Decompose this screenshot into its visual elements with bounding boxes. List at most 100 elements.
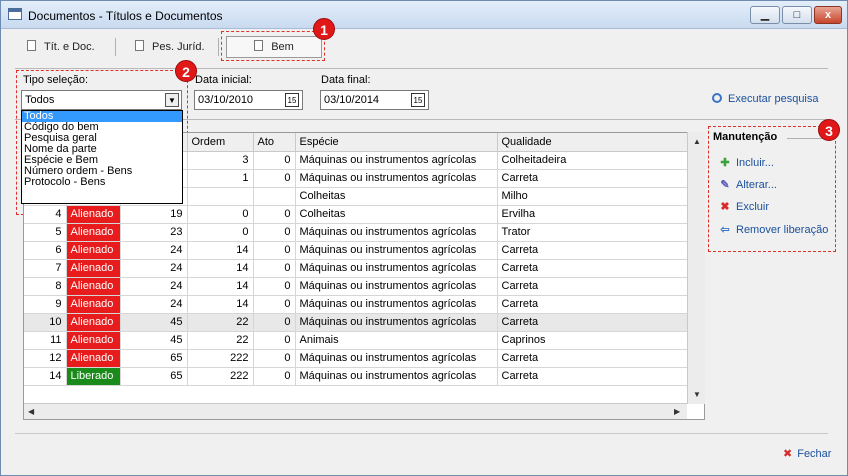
cell-status: Alienado	[66, 241, 121, 260]
scroll-left-icon[interactable]: ◀	[28, 407, 34, 416]
data-inicial-label: Data inicial:	[195, 74, 252, 86]
column-header-qualidade[interactable]: Qualidade	[497, 133, 689, 152]
table-row[interactable]: 4 Alienado 19 0 0 Colheitas Ervilha	[24, 205, 689, 224]
cell-ordem: 22	[187, 331, 254, 350]
column-header-ato[interactable]: Ato	[253, 133, 296, 152]
pencil-icon: ✎	[720, 179, 730, 191]
column-header-ordem[interactable]: Ordem	[187, 133, 254, 152]
tab-bem[interactable]: Bem	[226, 36, 322, 58]
column-header-especie[interactable]: Espécie	[295, 133, 498, 152]
excluir-label: Excluir	[736, 201, 770, 213]
cell-ordem: 3	[187, 151, 254, 170]
incluir-link[interactable]: ✚ Incluir...	[719, 156, 774, 169]
executar-pesquisa-link[interactable]: Executar pesquisa	[712, 93, 819, 105]
minimize-button[interactable]: ▁	[750, 6, 780, 24]
tipo-selecao-dropdown: Todos Código do bem Pesquisa geral Nome …	[21, 110, 183, 204]
document-icon	[27, 40, 36, 51]
data-final-value: 03/10/2014	[324, 94, 380, 106]
cell-qualidade: Caprinos	[497, 331, 689, 350]
cell-num: 65	[120, 349, 188, 368]
cell-ordem: 222	[187, 349, 254, 368]
cell-especie: Máquinas ou instrumentos agrícolas	[295, 295, 498, 314]
table-row[interactable]: 11 Alienado 45 22 0 Animais Caprinos	[24, 331, 689, 350]
cell-ato: 0	[253, 277, 296, 296]
cell-status: Alienado	[66, 277, 121, 296]
fechar-link[interactable]: ✖ Fechar	[783, 447, 831, 460]
cell-ato: 0	[253, 151, 296, 170]
table-row[interactable]: 8 Alienado 24 14 0 Máquinas ou instrumentos a…	[24, 277, 689, 296]
cell-especie: Máquinas ou instrumentos agrícolas	[295, 241, 498, 260]
plus-icon: ✚	[720, 157, 730, 169]
cell-num: 24	[120, 241, 188, 260]
scroll-down-icon[interactable]: ▼	[693, 390, 701, 399]
cell-qualidade: Carreta	[497, 241, 689, 260]
table-row[interactable]: 10 Alienado 45 22 0 Máquinas ou instrumentos …	[24, 313, 689, 332]
fechar-label: Fechar	[797, 448, 832, 460]
close-window-button[interactable]: x	[814, 6, 842, 24]
table-row[interactable]: 7 Alienado 24 14 0 Máquinas ou instrumentos a…	[24, 259, 689, 278]
tipo-selecao-select[interactable]: Todos ▼	[21, 90, 182, 110]
cell-id: 12	[24, 349, 67, 368]
scroll-up-icon[interactable]: ▲	[693, 137, 701, 146]
cell-especie: Máquinas ou instrumentos agrícolas	[295, 313, 498, 332]
remover-liberacao-link[interactable]: ⇦ Remover liberação	[719, 223, 828, 236]
cell-qualidade: Ervilha	[497, 205, 689, 224]
tab-separator	[115, 38, 116, 56]
data-final-input[interactable]: 03/10/2014 15	[320, 90, 429, 110]
cell-qualidade: Carreta	[497, 277, 689, 296]
excluir-link[interactable]: ✖ Excluir	[719, 200, 769, 213]
cell-qualidade: Milho	[497, 187, 689, 206]
data-inicial-input[interactable]: 03/10/2010 15	[194, 90, 303, 110]
cell-especie: Máquinas ou instrumentos agrícolas	[295, 223, 498, 242]
cell-id: 4	[24, 205, 67, 224]
tab-titulos-documentos[interactable]: Tít. e Doc.	[27, 34, 117, 60]
calendar-icon[interactable]: 15	[411, 93, 425, 107]
cell-ato: 0	[253, 367, 296, 386]
close-icon: ✖	[783, 448, 793, 460]
callout-badge-1: 1	[313, 18, 335, 40]
scroll-right-icon[interactable]: ▶	[674, 407, 680, 416]
tab-label: Tít. e Doc.	[44, 41, 95, 53]
tipo-selecao-value: Todos	[25, 94, 55, 106]
cell-qualidade: Carreta	[497, 313, 689, 332]
search-icon	[712, 93, 722, 103]
cell-id: 10	[24, 313, 67, 332]
cell-ato	[253, 187, 296, 206]
tab-label: Pes. Juríd.	[152, 41, 205, 53]
chevron-down-icon[interactable]: ▼	[165, 93, 179, 107]
tab-pessoa-juridica[interactable]: Pes. Juríd.	[135, 34, 225, 60]
manutencao-title: Manutenção	[713, 131, 778, 143]
x-icon: ✖	[720, 201, 730, 213]
cell-ato: 0	[253, 349, 296, 368]
data-final-label: Data final:	[321, 74, 371, 86]
tab-separator	[218, 38, 219, 56]
cell-especie: Máquinas ou instrumentos agrícolas	[295, 259, 498, 278]
table-row[interactable]: 6 Alienado 24 14 0 Máquinas ou instrumentos a…	[24, 241, 689, 260]
cell-ato: 0	[253, 205, 296, 224]
cell-ordem: 14	[187, 295, 254, 314]
cell-qualidade: Carreta	[497, 169, 689, 188]
incluir-label: Incluir...	[736, 157, 774, 169]
cell-especie: Máquinas ou instrumentos agrícolas	[295, 151, 498, 170]
horizontal-scrollbar[interactable]: ◀ ▶	[24, 403, 687, 419]
divider	[15, 68, 828, 69]
cell-especie: Máquinas ou instrumentos agrícolas	[295, 169, 498, 188]
dropdown-option[interactable]: Protocolo - Bens	[22, 177, 182, 188]
cell-status: Alienado	[66, 331, 121, 350]
table-row[interactable]: 14 Liberado 65 222 0 Máquinas ou instrumentos…	[24, 367, 689, 386]
vertical-scrollbar[interactable]: ▲ ▼	[687, 132, 705, 404]
tab-label: Bem	[271, 41, 294, 53]
data-inicial-value: 03/10/2010	[198, 94, 254, 106]
cell-qualidade: Carreta	[497, 349, 689, 368]
tipo-selecao-label: Tipo seleção:	[23, 74, 89, 86]
cell-status: Alienado	[66, 223, 121, 242]
calendar-icon[interactable]: 15	[285, 93, 299, 107]
table-row[interactable]: 9 Alienado 24 14 0 Máquinas ou instrumentos a…	[24, 295, 689, 314]
maximize-button[interactable]: □	[782, 6, 812, 24]
table-row[interactable]: 5 Alienado 23 0 0 Máquinas ou instrumentos ag…	[24, 223, 689, 242]
cell-ordem: 14	[187, 259, 254, 278]
table-row[interactable]: 12 Alienado 65 222 0 Máquinas ou instrumentos…	[24, 349, 689, 368]
cell-qualidade: Colheitadeira	[497, 151, 689, 170]
alterar-link[interactable]: ✎ Alterar...	[719, 178, 777, 191]
cell-num: 24	[120, 277, 188, 296]
